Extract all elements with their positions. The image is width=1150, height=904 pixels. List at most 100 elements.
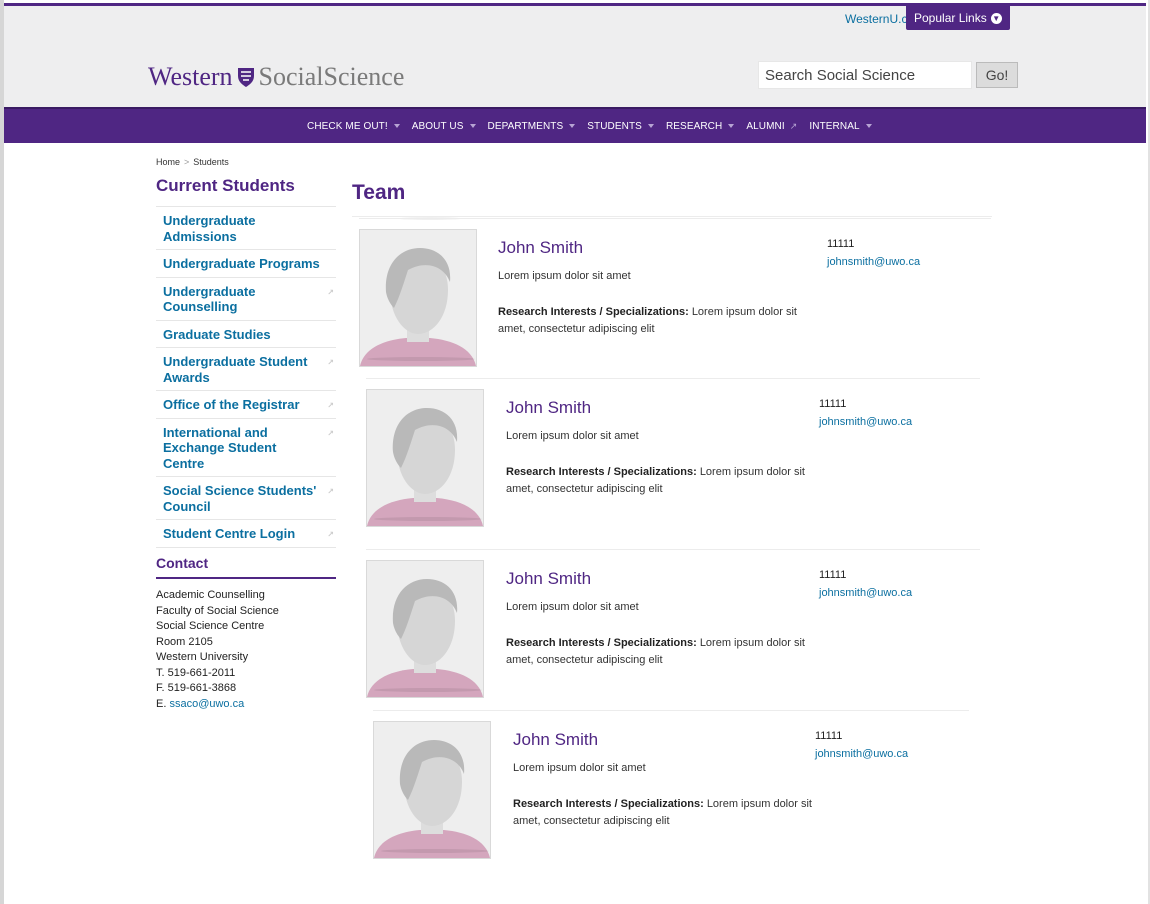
- caret-down-icon: [569, 124, 576, 128]
- member-research: Research Interests / Specializations: Lo…: [506, 635, 816, 669]
- research-label: Research Interests / Specializations:: [498, 306, 689, 318]
- nav-alumni[interactable]: ALUMNI ↗: [740, 121, 803, 132]
- caret-down-icon: [728, 124, 735, 128]
- person-silhouette-icon: [367, 390, 483, 526]
- sidebar-item[interactable]: Undergraduate Student Awards ↗: [156, 348, 336, 391]
- contact-line: Faculty of Social Science: [156, 604, 279, 617]
- research-label: Research Interests / Specializations:: [513, 798, 704, 810]
- member-phone: 11111: [827, 238, 855, 250]
- nav-internal[interactable]: INTERNAL: [803, 121, 877, 132]
- photo-shadow: [367, 357, 475, 361]
- nav-label: STUDENTS: [587, 120, 642, 132]
- contact-line: Room 2105: [156, 635, 213, 648]
- member-research: Research Interests / Specializations: Lo…: [498, 304, 808, 338]
- sidebar-item[interactable]: Office of the Registrar ↗: [156, 391, 336, 419]
- member-subtitle: Lorem ipsum dolor sit amet: [506, 430, 639, 442]
- main-nav: CHECK ME OUT! ABOUT US DEPARTMENTS STUDE…: [4, 107, 1146, 143]
- member-subtitle: Lorem ipsum dolor sit amet: [498, 270, 631, 282]
- breadcrumb-home[interactable]: Home: [156, 157, 180, 167]
- member-email-link[interactable]: johnsmith@uwo.ca: [815, 748, 908, 760]
- popular-links-button[interactable]: Popular Links ▼: [906, 6, 1010, 30]
- sidebar-item-label: Social Science Students' Council: [163, 483, 317, 514]
- nav-label: ALUMNI: [746, 120, 785, 132]
- sidebar-item[interactable]: Undergraduate Counselling ↗: [156, 278, 336, 321]
- sidebar-item[interactable]: International and Exchange Student Centr…: [156, 419, 336, 477]
- search-go-button[interactable]: Go!: [976, 62, 1018, 88]
- logo-western: Western: [148, 62, 233, 91]
- sidebar-item-label: Undergraduate Student Awards: [163, 354, 308, 385]
- contact-line: Western University: [156, 651, 249, 663]
- member-name[interactable]: John Smith: [506, 569, 591, 589]
- nav-label: INTERNAL: [809, 120, 860, 132]
- sidebar-item[interactable]: Social Science Students' Council ↗: [156, 477, 336, 520]
- sidebar-item[interactable]: Student Centre Login ↗: [156, 520, 336, 548]
- member-name[interactable]: John Smith: [513, 730, 598, 750]
- member-photo: [366, 560, 484, 698]
- sidebar-item-label: International and Exchange Student Centr…: [163, 424, 277, 471]
- search-form: Go!: [758, 61, 1018, 89]
- caret-down-icon: [393, 124, 400, 128]
- member-email-link[interactable]: johnsmith@uwo.ca: [827, 256, 920, 268]
- member-phone: 11111: [819, 398, 847, 410]
- external-link-icon: ↗: [789, 120, 798, 131]
- member-name[interactable]: John Smith: [506, 398, 591, 418]
- nav-label: DEPARTMENTS: [487, 120, 564, 132]
- popular-links-label: Popular Links: [914, 11, 987, 25]
- sidebar-item[interactable]: Graduate Studies: [156, 321, 336, 348]
- caret-down-icon: [647, 124, 654, 128]
- external-link-icon: ↗: [327, 401, 334, 410]
- external-link-icon: ↗: [327, 487, 334, 496]
- person-silhouette-icon: [374, 722, 490, 858]
- contact-email-link[interactable]: ssaco@uwo.ca: [169, 698, 244, 710]
- person-silhouette-icon: [360, 230, 476, 366]
- sidebar-title: Current Students: [156, 176, 295, 195]
- western-shield-icon: [237, 68, 254, 87]
- sidebar-item-label: Office of the Registrar: [163, 397, 300, 412]
- external-link-icon: ↗: [327, 287, 334, 297]
- contact-line: Social Science Centre: [156, 620, 265, 632]
- research-label: Research Interests / Specializations:: [506, 637, 697, 649]
- member-email-link[interactable]: johnsmith@uwo.ca: [819, 587, 912, 599]
- member-name[interactable]: John Smith: [498, 238, 583, 258]
- member-email-link[interactable]: johnsmith@uwo.ca: [819, 416, 912, 428]
- sidebar-item[interactable]: Undergraduate Admissions: [156, 207, 336, 250]
- sidebar-item-label: Undergraduate Counselling: [163, 283, 256, 315]
- breadcrumb: Home > Students: [156, 157, 229, 167]
- site-logo[interactable]: Western SocialScience: [148, 62, 404, 92]
- nav-check-me-out[interactable]: CHECK ME OUT!: [301, 121, 406, 132]
- sidebar-item-label: Undergraduate Admissions: [163, 213, 256, 244]
- member-subtitle: Lorem ipsum dolor sit amet: [506, 601, 639, 613]
- search-input[interactable]: [758, 61, 972, 89]
- logo-social-science: SocialScience: [258, 62, 405, 91]
- sidebar-item-label: Undergraduate Programs: [163, 256, 320, 271]
- research-label: Research Interests / Specializations:: [506, 466, 697, 478]
- contact-line: T. 519-661-2011: [156, 666, 236, 679]
- nav-research[interactable]: RESEARCH: [660, 121, 740, 132]
- member-photo: [366, 389, 484, 527]
- nav-departments[interactable]: DEPARTMENTS: [482, 121, 582, 132]
- nav-students[interactable]: STUDENTS: [581, 121, 660, 132]
- member-research: Research Interests / Specializations: Lo…: [506, 464, 816, 498]
- sidebar-item-label: Graduate Studies: [163, 326, 271, 342]
- main-nav-items: CHECK ME OUT! ABOUT US DEPARTMENTS STUDE…: [301, 109, 878, 143]
- member-research: Research Interests / Specializations: Lo…: [513, 796, 823, 830]
- breadcrumb-current: Students: [193, 157, 229, 167]
- sidebar-item[interactable]: Undergraduate Programs: [156, 250, 336, 278]
- nav-about-us[interactable]: ABOUT US: [406, 121, 482, 132]
- photo-shadow: [381, 849, 489, 853]
- external-link-icon: ↗: [327, 428, 334, 438]
- contact-heading: Contact: [156, 555, 336, 579]
- contact-line: F. 519-661-3868: [156, 682, 237, 694]
- contact-email-prefix: E.: [156, 697, 167, 710]
- caret-down-icon: [469, 124, 476, 128]
- sidebar-item-label: Student Centre Login: [163, 526, 296, 541]
- team-member-card: John Smith Lorem ipsum dolor sit amet Rese…: [373, 710, 969, 871]
- header-accent-bar: [4, 3, 1146, 6]
- nav-label: ABOUT US: [411, 120, 464, 132]
- contact-info: Academic Counselling Faculty of Social Sc…: [156, 588, 279, 712]
- member-phone: 11111: [819, 569, 847, 581]
- member-subtitle: Lorem ipsum dolor sit amet: [513, 762, 646, 774]
- nav-label: RESEARCH: [665, 120, 723, 132]
- member-photo: [359, 229, 477, 367]
- external-link-icon: ↗: [327, 530, 334, 539]
